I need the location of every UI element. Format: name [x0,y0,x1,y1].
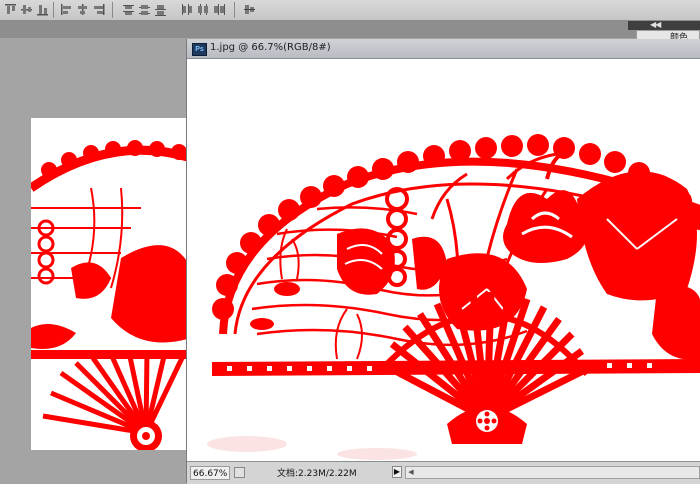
options-bar [0,0,700,21]
distribute-left-icon[interactable] [180,3,193,16]
papercut-image-partial [31,140,188,450]
background-document-canvas[interactable] [31,118,188,450]
document-size-info: 文档:2.23M/2.22M [277,469,357,479]
horizontal-scrollbar[interactable]: ◀ [405,466,700,479]
panel-dock-header [628,21,700,30]
document-window[interactable]: Ps 1.jpg @ 66.7%(RGB/8#) 66.67% 文档:2.23M… [187,39,700,484]
align-left-edges-icon[interactable] [60,3,73,16]
photoshop-icon: Ps [192,43,207,56]
document-title-bar[interactable]: Ps 1.jpg @ 66.7%(RGB/8#) [187,39,700,59]
align-horizontal-centers-icon[interactable] [76,3,89,16]
align-vertical-centers-icon[interactable] [20,3,33,16]
toolbar-separator [53,2,54,18]
collapse-panels-icon[interactable]: ◀◀ [650,20,661,29]
distribute-vcenter-icon[interactable] [138,3,151,16]
auto-align-icon[interactable] [243,3,256,16]
toolbar-separator [112,2,113,18]
align-bottom-edges-icon[interactable] [36,3,49,16]
align-right-edges-icon[interactable] [92,3,105,16]
distribute-right-icon[interactable] [212,3,225,16]
align-top-edges-icon[interactable] [4,3,17,16]
status-menu-arrow-icon[interactable]: ▶ [392,466,402,478]
distribute-hcenter-icon[interactable] [196,3,209,16]
zoom-level-field[interactable]: 66.67% [190,466,230,480]
distribute-top-icon[interactable] [122,3,135,16]
papercut-fan-image [207,134,700,460]
scroll-left-arrow-icon[interactable]: ◀ [406,467,416,478]
distribute-bottom-icon[interactable] [154,3,167,16]
document-canvas[interactable] [187,59,700,461]
toolbar-separator [234,2,235,18]
workspace-strip [0,21,700,38]
document-title: 1.jpg @ 66.7%(RGB/8#) [210,42,331,53]
status-icon[interactable] [234,467,245,478]
status-bar: 66.67% 文档:2.23M/2.22M ▶ ◀ [187,461,700,484]
